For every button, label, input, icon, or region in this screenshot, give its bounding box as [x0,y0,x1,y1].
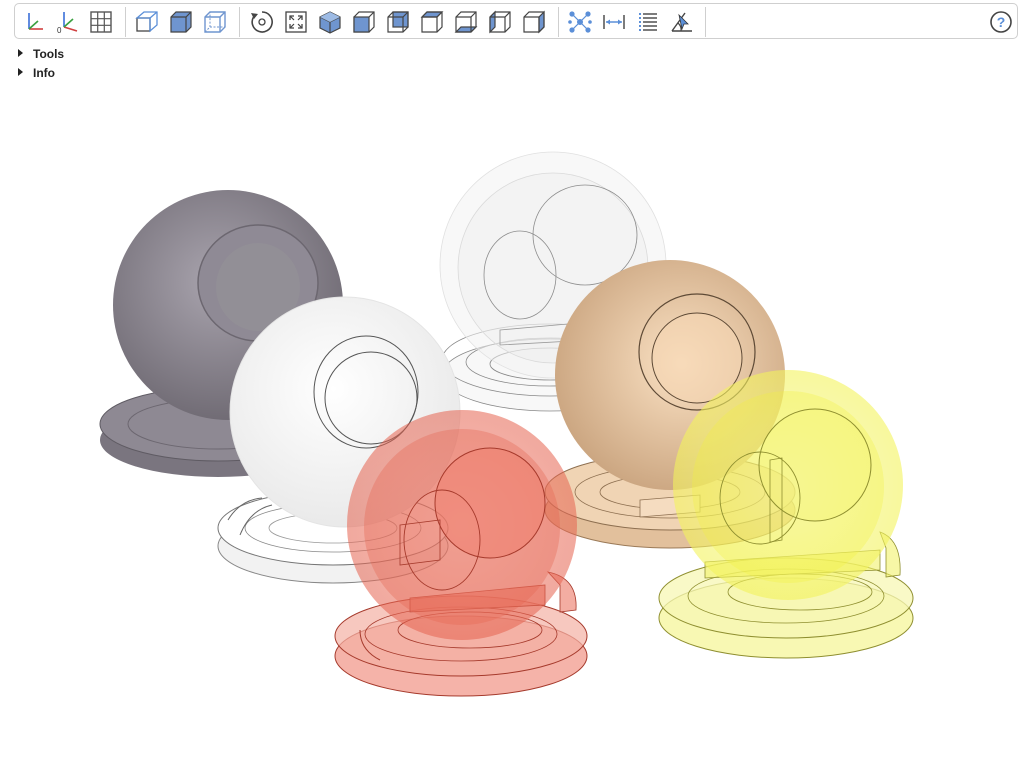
axes-origin-icon[interactable]: 0 [53,8,81,36]
angle-measure-icon[interactable] [668,8,696,36]
back-view-icon[interactable] [384,8,412,36]
distance-measure-icon[interactable] [600,8,628,36]
perspective-view-icon[interactable] [133,8,161,36]
svg-text:0: 0 [57,26,62,35]
top-view-icon[interactable] [418,8,446,36]
tools-label: Tools [33,46,65,61]
wireframe-view-icon[interactable] [201,8,229,36]
expand-arrow-icon [18,67,23,76]
red-sphere-model[interactable] [334,410,588,697]
help-icon[interactable]: ? [987,8,1015,36]
tools-tree-item[interactable]: Tools [18,46,64,61]
info-label: Info [33,65,55,80]
fit-view-icon[interactable] [282,8,310,36]
properties-icon[interactable] [634,8,662,36]
reset-view-icon[interactable] [248,8,276,36]
bottom-view-icon[interactable] [452,8,480,36]
toolbar: 0 ? [14,3,1018,39]
iso-view-icon[interactable] [316,8,344,36]
scene-canvas[interactable] [0,80,1024,768]
explode-icon[interactable] [566,8,594,36]
front-view-icon[interactable] [350,8,378,36]
svg-text:?: ? [997,14,1006,30]
right-view-icon[interactable] [520,8,548,36]
expand-arrow-icon [18,48,23,57]
grid-icon[interactable] [87,8,115,36]
info-tree-item[interactable]: Info [18,65,55,80]
shaded-view-icon[interactable] [167,8,195,36]
left-view-icon[interactable] [486,8,514,36]
3d-viewport[interactable] [0,80,1024,768]
axes-icon[interactable] [20,8,48,36]
